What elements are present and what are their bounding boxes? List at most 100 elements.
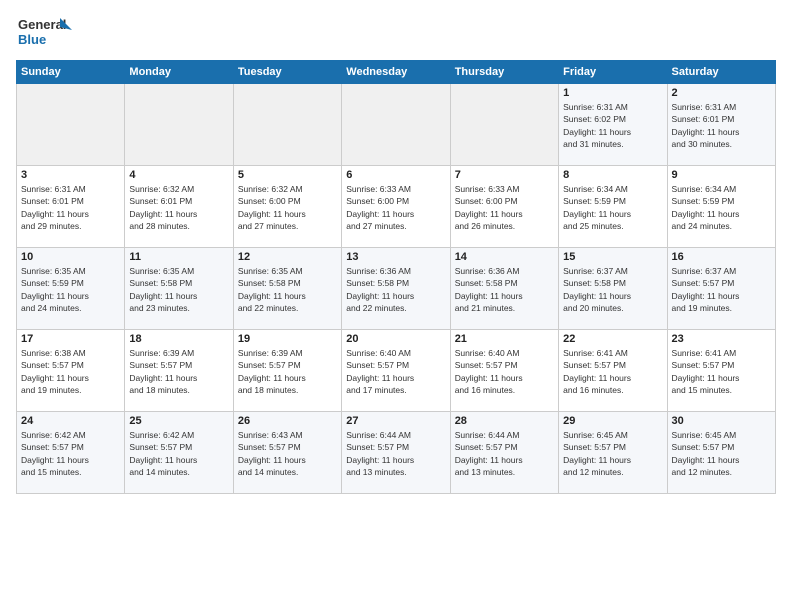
- day-info: Sunrise: 6:32 AM Sunset: 6:00 PM Dayligh…: [238, 183, 337, 232]
- day-cell: 19 Sunrise: 6:39 AM Sunset: 5:57 PM Dayli…: [233, 330, 341, 412]
- calendar: SundayMondayTuesdayWednesdayThursdayFrid…: [16, 60, 776, 494]
- day-number: 8: [563, 169, 662, 181]
- day-number: 14: [455, 251, 554, 263]
- day-info: Sunrise: 6:33 AM Sunset: 6:00 PM Dayligh…: [455, 183, 554, 232]
- day-info: Sunrise: 6:42 AM Sunset: 5:57 PM Dayligh…: [21, 429, 120, 478]
- day-info: Sunrise: 6:35 AM Sunset: 5:59 PM Dayligh…: [21, 265, 120, 314]
- day-number: 19: [238, 333, 337, 345]
- day-number: 24: [21, 415, 120, 427]
- weekday-row: SundayMondayTuesdayWednesdayThursdayFrid…: [17, 61, 776, 84]
- day-cell: 12 Sunrise: 6:35 AM Sunset: 5:58 PM Dayli…: [233, 248, 341, 330]
- day-cell: 1Sunrise: 6:31 AM Sunset: 6:02 PM Daylig…: [559, 84, 667, 166]
- day-cell: 6 Sunrise: 6:33 AM Sunset: 6:00 PM Daylig…: [342, 166, 450, 248]
- day-cell: 17Sunrise: 6:38 AM Sunset: 5:57 PM Dayli…: [17, 330, 125, 412]
- day-number: 12: [238, 251, 337, 263]
- day-cell: 16 Sunrise: 6:37 AM Sunset: 5:57 PM Dayli…: [667, 248, 775, 330]
- day-number: 21: [455, 333, 554, 345]
- logo: GeneralBlue: [16, 12, 76, 52]
- weekday-header-saturday: Saturday: [667, 61, 775, 84]
- day-info: Sunrise: 6:36 AM Sunset: 5:58 PM Dayligh…: [346, 265, 445, 314]
- day-number: 3: [21, 169, 120, 181]
- day-cell: 24 Sunrise: 6:42 AM Sunset: 5:57 PM Dayli…: [17, 412, 125, 494]
- day-cell: 30Sunrise: 6:45 AM Sunset: 5:57 PM Dayli…: [667, 412, 775, 494]
- day-info: Sunrise: 6:43 AM Sunset: 5:57 PM Dayligh…: [238, 429, 337, 478]
- day-info: Sunrise: 6:33 AM Sunset: 6:00 PM Dayligh…: [346, 183, 445, 232]
- day-info: Sunrise: 6:36 AM Sunset: 5:58 PM Dayligh…: [455, 265, 554, 314]
- day-cell: 7 Sunrise: 6:33 AM Sunset: 6:00 PM Daylig…: [450, 166, 558, 248]
- day-cell: [125, 84, 233, 166]
- day-info: Sunrise: 6:39 AM Sunset: 5:57 PM Dayligh…: [129, 347, 228, 396]
- day-cell: 13 Sunrise: 6:36 AM Sunset: 5:58 PM Dayli…: [342, 248, 450, 330]
- weekday-header-wednesday: Wednesday: [342, 61, 450, 84]
- header: GeneralBlue: [16, 12, 776, 52]
- week-row-5: 24 Sunrise: 6:42 AM Sunset: 5:57 PM Dayli…: [17, 412, 776, 494]
- day-cell: 8 Sunrise: 6:34 AM Sunset: 5:59 PM Daylig…: [559, 166, 667, 248]
- day-cell: 22 Sunrise: 6:41 AM Sunset: 5:57 PM Dayli…: [559, 330, 667, 412]
- day-number: 26: [238, 415, 337, 427]
- weekday-header-sunday: Sunday: [17, 61, 125, 84]
- week-row-4: 17Sunrise: 6:38 AM Sunset: 5:57 PM Dayli…: [17, 330, 776, 412]
- day-info: Sunrise: 6:41 AM Sunset: 5:57 PM Dayligh…: [563, 347, 662, 396]
- day-info: Sunrise: 6:37 AM Sunset: 5:58 PM Dayligh…: [563, 265, 662, 314]
- weekday-header-friday: Friday: [559, 61, 667, 84]
- day-number: 18: [129, 333, 228, 345]
- day-cell: 10 Sunrise: 6:35 AM Sunset: 5:59 PM Dayli…: [17, 248, 125, 330]
- day-cell: [450, 84, 558, 166]
- day-number: 9: [672, 169, 771, 181]
- day-info: Sunrise: 6:34 AM Sunset: 5:59 PM Dayligh…: [672, 183, 771, 232]
- week-row-2: 3 Sunrise: 6:31 AM Sunset: 6:01 PM Daylig…: [17, 166, 776, 248]
- weekday-header-monday: Monday: [125, 61, 233, 84]
- day-cell: 4Sunrise: 6:32 AM Sunset: 6:01 PM Daylig…: [125, 166, 233, 248]
- weekday-header-tuesday: Tuesday: [233, 61, 341, 84]
- day-info: Sunrise: 6:37 AM Sunset: 5:57 PM Dayligh…: [672, 265, 771, 314]
- calendar-header: SundayMondayTuesdayWednesdayThursdayFrid…: [17, 61, 776, 84]
- day-cell: 14 Sunrise: 6:36 AM Sunset: 5:58 PM Dayli…: [450, 248, 558, 330]
- day-cell: 11 Sunrise: 6:35 AM Sunset: 5:58 PM Dayli…: [125, 248, 233, 330]
- day-number: 11: [129, 251, 228, 263]
- logo-svg: GeneralBlue: [16, 12, 76, 52]
- day-info: Sunrise: 6:35 AM Sunset: 5:58 PM Dayligh…: [238, 265, 337, 314]
- day-cell: 25Sunrise: 6:42 AM Sunset: 5:57 PM Dayli…: [125, 412, 233, 494]
- day-info: Sunrise: 6:31 AM Sunset: 6:02 PM Dayligh…: [563, 101, 662, 150]
- day-number: 15: [563, 251, 662, 263]
- day-number: 29: [563, 415, 662, 427]
- svg-text:General: General: [18, 17, 66, 32]
- day-number: 17: [21, 333, 120, 345]
- day-number: 7: [455, 169, 554, 181]
- day-number: 27: [346, 415, 445, 427]
- day-info: Sunrise: 6:44 AM Sunset: 5:57 PM Dayligh…: [346, 429, 445, 478]
- day-number: 20: [346, 333, 445, 345]
- day-info: Sunrise: 6:40 AM Sunset: 5:57 PM Dayligh…: [346, 347, 445, 396]
- day-cell: 2Sunrise: 6:31 AM Sunset: 6:01 PM Daylig…: [667, 84, 775, 166]
- weekday-header-thursday: Thursday: [450, 61, 558, 84]
- day-number: 6: [346, 169, 445, 181]
- day-number: 13: [346, 251, 445, 263]
- day-number: 2: [672, 87, 771, 99]
- day-number: 4: [129, 169, 228, 181]
- day-cell: 28Sunrise: 6:44 AM Sunset: 5:57 PM Dayli…: [450, 412, 558, 494]
- day-number: 16: [672, 251, 771, 263]
- day-cell: 9 Sunrise: 6:34 AM Sunset: 5:59 PM Daylig…: [667, 166, 775, 248]
- day-cell: 23Sunrise: 6:41 AM Sunset: 5:57 PM Dayli…: [667, 330, 775, 412]
- day-number: 28: [455, 415, 554, 427]
- day-cell: 18 Sunrise: 6:39 AM Sunset: 5:57 PM Dayli…: [125, 330, 233, 412]
- page: GeneralBlue SundayMondayTuesdayWednesday…: [0, 0, 792, 612]
- day-cell: 20 Sunrise: 6:40 AM Sunset: 5:57 PM Dayli…: [342, 330, 450, 412]
- day-cell: 15 Sunrise: 6:37 AM Sunset: 5:58 PM Dayli…: [559, 248, 667, 330]
- day-number: 10: [21, 251, 120, 263]
- day-number: 5: [238, 169, 337, 181]
- day-info: Sunrise: 6:31 AM Sunset: 6:01 PM Dayligh…: [21, 183, 120, 232]
- week-row-1: 1Sunrise: 6:31 AM Sunset: 6:02 PM Daylig…: [17, 84, 776, 166]
- day-info: Sunrise: 6:40 AM Sunset: 5:57 PM Dayligh…: [455, 347, 554, 396]
- svg-text:Blue: Blue: [18, 32, 46, 47]
- day-info: Sunrise: 6:35 AM Sunset: 5:58 PM Dayligh…: [129, 265, 228, 314]
- day-info: Sunrise: 6:39 AM Sunset: 5:57 PM Dayligh…: [238, 347, 337, 396]
- day-cell: 5 Sunrise: 6:32 AM Sunset: 6:00 PM Daylig…: [233, 166, 341, 248]
- day-info: Sunrise: 6:34 AM Sunset: 5:59 PM Dayligh…: [563, 183, 662, 232]
- day-cell: [17, 84, 125, 166]
- day-cell: 29Sunrise: 6:45 AM Sunset: 5:57 PM Dayli…: [559, 412, 667, 494]
- day-number: 22: [563, 333, 662, 345]
- day-cell: 21 Sunrise: 6:40 AM Sunset: 5:57 PM Dayli…: [450, 330, 558, 412]
- day-info: Sunrise: 6:42 AM Sunset: 5:57 PM Dayligh…: [129, 429, 228, 478]
- day-cell: [342, 84, 450, 166]
